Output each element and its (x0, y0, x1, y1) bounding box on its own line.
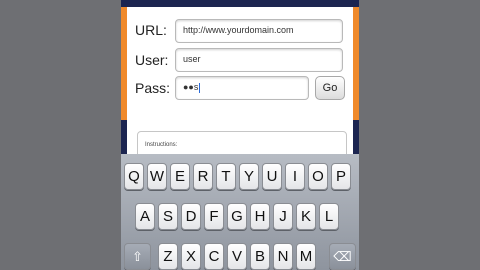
key-m[interactable]: M (296, 243, 316, 270)
key-e[interactable]: E (170, 163, 190, 190)
key-s[interactable]: S (158, 203, 178, 230)
key-i[interactable]: I (285, 163, 305, 190)
key-w[interactable]: W (147, 163, 167, 190)
key-n[interactable]: N (273, 243, 293, 270)
url-value: http://www.yourdomain.com (183, 25, 294, 35)
shift-icon[interactable]: ⇧ (124, 243, 151, 270)
key-d[interactable]: D (181, 203, 201, 230)
key-g[interactable]: G (227, 203, 247, 230)
key-k[interactable]: K (296, 203, 316, 230)
url-label: URL: (135, 22, 167, 38)
key-v[interactable]: V (227, 243, 247, 270)
user-input[interactable]: user (175, 48, 343, 72)
url-input[interactable]: http://www.yourdomain.com (175, 19, 343, 43)
key-y[interactable]: Y (239, 163, 259, 190)
key-a[interactable]: A (135, 203, 155, 230)
key-j[interactable]: J (273, 203, 293, 230)
key-u[interactable]: U (262, 163, 282, 190)
go-button[interactable]: Go (315, 76, 345, 100)
key-h[interactable]: H (250, 203, 270, 230)
key-b[interactable]: B (250, 243, 270, 270)
top-bar (121, 0, 359, 7)
instructions-label: Instructions: (145, 142, 178, 148)
key-l[interactable]: L (319, 203, 339, 230)
pass-value: ●●s (183, 82, 199, 92)
key-q[interactable]: Q (124, 163, 144, 190)
key-p[interactable]: P (331, 163, 351, 190)
pass-label: Pass: (135, 80, 171, 96)
key-z[interactable]: Z (158, 243, 178, 270)
onscreen-keyboard: Q W E R T Y U I O P A S D F G H J K L ⇧ … (121, 154, 359, 270)
key-r[interactable]: R (193, 163, 213, 190)
key-c[interactable]: C (204, 243, 224, 270)
key-f[interactable]: F (204, 203, 224, 230)
right-accent-border (353, 7, 359, 120)
key-o[interactable]: O (308, 163, 328, 190)
user-value: user (183, 54, 201, 64)
pass-input[interactable]: ●●s (175, 76, 309, 100)
text-cursor (199, 82, 201, 93)
key-t[interactable]: T (216, 163, 236, 190)
right-navy-border (353, 120, 359, 154)
user-label: User: (135, 52, 169, 68)
key-x[interactable]: X (181, 243, 201, 270)
login-form: URL: http://www.yourdomain.com User: use… (127, 7, 353, 171)
delete-icon[interactable]: ⌫ (329, 243, 356, 270)
